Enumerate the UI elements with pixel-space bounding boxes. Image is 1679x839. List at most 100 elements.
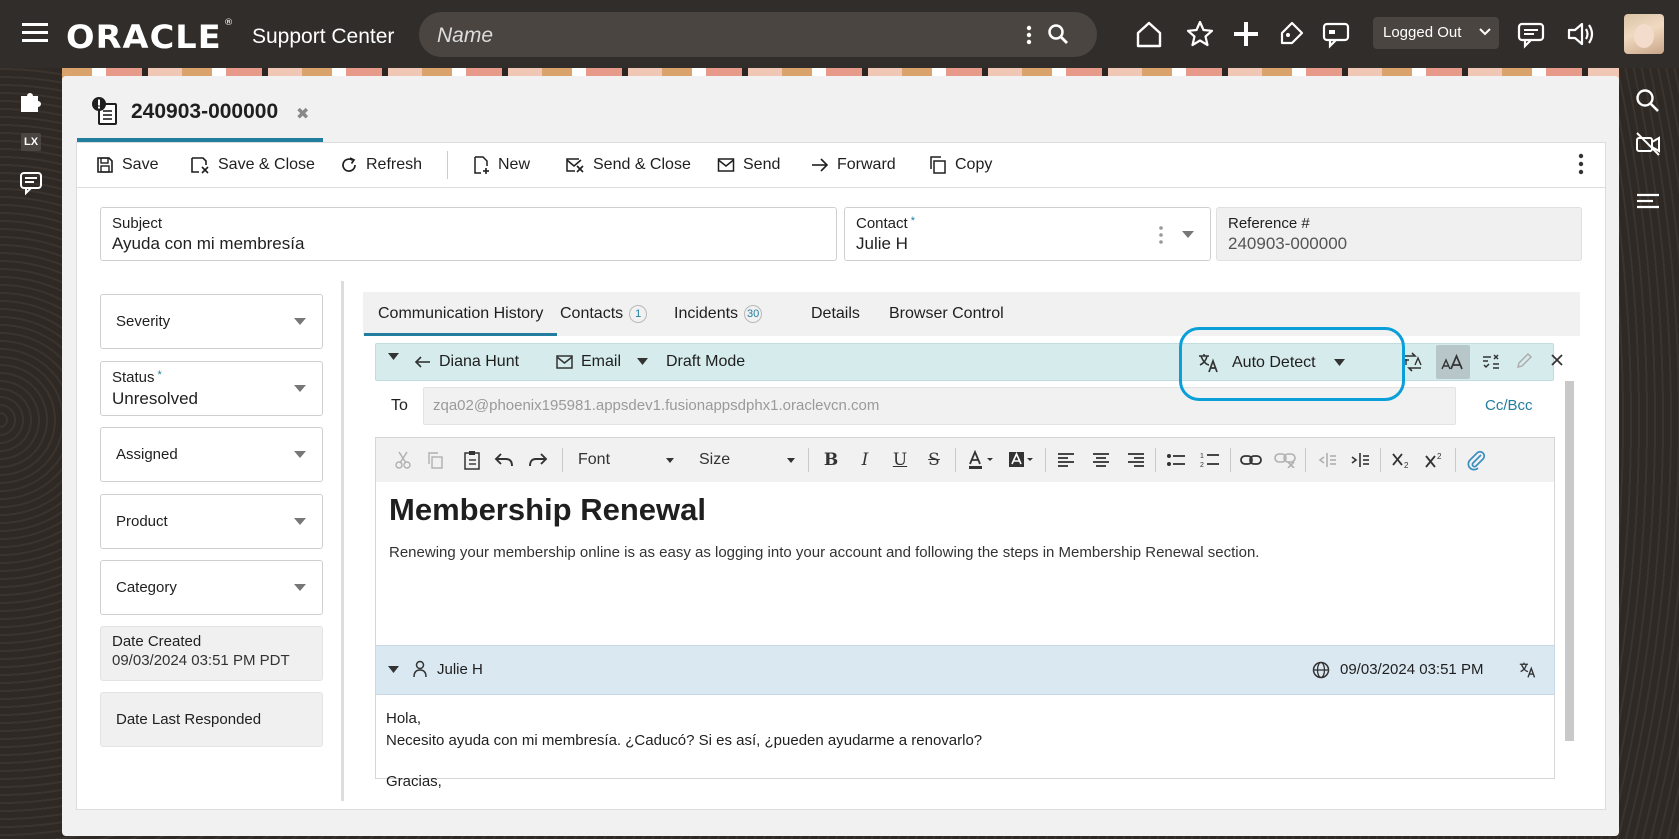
agent-status-select[interactable]: Logged Out bbox=[1373, 17, 1499, 49]
message-header[interactable]: Julie H 09/03/2024 03:51 PM bbox=[375, 645, 1555, 695]
tab-browser-control[interactable]: Browser Control bbox=[889, 292, 1004, 336]
app-header: ORACLE® Support Center Logged Out bbox=[0, 0, 1679, 68]
favorites-star-icon[interactable] bbox=[1185, 19, 1215, 49]
translate-icon[interactable] bbox=[1519, 661, 1537, 679]
puzzle-extension-icon[interactable] bbox=[18, 88, 44, 114]
attachment-paperclip-icon[interactable] bbox=[1465, 449, 1487, 471]
text-lines-icon[interactable] bbox=[1634, 188, 1662, 216]
chat-bubble-icon[interactable] bbox=[1321, 19, 1351, 49]
font-family-select[interactable]: Font bbox=[578, 448, 674, 472]
chevron-down-icon[interactable] bbox=[1182, 231, 1194, 239]
svg-text:2: 2 bbox=[1404, 461, 1409, 469]
send-and-close-button[interactable]: Send & Close bbox=[565, 151, 691, 179]
collapse-draft-toggle[interactable] bbox=[388, 353, 399, 361]
home-icon[interactable] bbox=[1134, 19, 1164, 49]
message-line: Hola, bbox=[386, 710, 422, 727]
edit-pencil-icon[interactable] bbox=[1515, 352, 1533, 370]
underline-icon[interactable]: U bbox=[889, 449, 911, 471]
tag-icon[interactable] bbox=[1276, 19, 1306, 49]
language-select[interactable]: Auto Detect bbox=[1198, 353, 1345, 373]
to-recipients-input[interactable]: zqa02@phoenix195981.appsdev1.fusionappsd… bbox=[423, 387, 1456, 425]
search-icon[interactable] bbox=[1047, 23, 1069, 45]
forward-arrow-icon bbox=[812, 158, 829, 172]
editor-body[interactable]: Membership Renewal Renewing your members… bbox=[376, 482, 1554, 624]
subject-field[interactable]: Subject Ayuda con mi membresía bbox=[100, 207, 837, 261]
more-vertical-icon[interactable] bbox=[1158, 225, 1164, 245]
refresh-button[interactable]: Refresh bbox=[340, 151, 422, 179]
category-select[interactable]: Category bbox=[100, 560, 323, 615]
save-button[interactable]: Save bbox=[96, 151, 158, 179]
subscript-icon[interactable]: 2 bbox=[1391, 449, 1413, 471]
messages-icon[interactable] bbox=[1516, 19, 1546, 49]
date-created-field: Date Created 09/03/2024 03:51 PM PDT bbox=[100, 626, 323, 681]
copy-icon[interactable] bbox=[424, 449, 446, 471]
user-avatar[interactable] bbox=[1624, 14, 1664, 54]
scrollbar-thumb[interactable] bbox=[1565, 381, 1574, 741]
close-tab-icon[interactable]: ✖ bbox=[296, 104, 309, 124]
chat-icon[interactable] bbox=[18, 170, 44, 196]
paste-icon[interactable] bbox=[461, 449, 483, 471]
global-search bbox=[419, 12, 1097, 57]
italic-icon[interactable]: I bbox=[854, 449, 876, 471]
tab-communication-history[interactable]: Communication History bbox=[363, 292, 558, 336]
more-vertical-icon[interactable] bbox=[1025, 24, 1033, 46]
strikethrough-icon[interactable]: S bbox=[923, 449, 945, 471]
highlight-color-icon[interactable] bbox=[1006, 449, 1040, 471]
record-tab[interactable]: 240903-000000 ✖ bbox=[77, 88, 323, 142]
editor-divider bbox=[955, 448, 956, 472]
create-plus-icon[interactable] bbox=[1231, 19, 1261, 49]
more-actions-icon[interactable] bbox=[1578, 153, 1584, 175]
assigned-select[interactable]: Assigned bbox=[100, 427, 323, 482]
tab-contacts[interactable]: Contacts 1 bbox=[560, 292, 648, 336]
font-size-toggle-button[interactable] bbox=[1436, 345, 1470, 379]
numbered-list-icon[interactable]: 12 bbox=[1199, 449, 1221, 471]
superscript-icon[interactable]: 2 bbox=[1424, 449, 1446, 471]
caret-down-icon bbox=[388, 353, 399, 360]
cut-icon[interactable] bbox=[392, 449, 414, 471]
reference-number-field: Reference # 240903-000000 bbox=[1216, 207, 1582, 261]
align-left-icon[interactable] bbox=[1055, 449, 1077, 471]
compare-icon[interactable] bbox=[1481, 352, 1501, 372]
caret-down-icon[interactable] bbox=[388, 666, 399, 674]
search-input[interactable] bbox=[435, 20, 1019, 51]
thread-scrollbar[interactable] bbox=[1565, 333, 1574, 801]
send-button[interactable]: Send bbox=[717, 151, 780, 179]
severity-select[interactable]: Severity bbox=[100, 294, 323, 349]
new-button[interactable]: New bbox=[472, 151, 530, 179]
save-and-close-button[interactable]: Save & Close bbox=[190, 151, 315, 179]
translate-swap-icon[interactable] bbox=[1401, 351, 1423, 373]
font-size-select[interactable]: Size bbox=[699, 448, 795, 472]
record-content: Save Save & Close Refresh New Send & Clo… bbox=[76, 142, 1606, 810]
bulleted-list-icon[interactable] bbox=[1165, 449, 1187, 471]
lx-badge[interactable]: LX bbox=[21, 133, 41, 151]
volume-icon[interactable] bbox=[1566, 19, 1596, 49]
forward-button[interactable]: Forward bbox=[811, 151, 896, 179]
tab-incidents[interactable]: Incidents 30 bbox=[674, 292, 763, 336]
status-select[interactable]: Status * Unresolved bbox=[100, 361, 323, 416]
search-icon[interactable] bbox=[1634, 87, 1662, 115]
bold-icon[interactable]: B bbox=[820, 449, 842, 471]
tab-details[interactable]: Details bbox=[811, 292, 860, 336]
panel-splitter[interactable] bbox=[341, 281, 344, 801]
channel-select[interactable]: Email bbox=[556, 353, 649, 371]
increase-indent-icon[interactable] bbox=[1349, 449, 1371, 471]
align-center-icon[interactable] bbox=[1090, 449, 1112, 471]
text-color-icon[interactable] bbox=[966, 449, 1000, 471]
copy-button[interactable]: Copy bbox=[929, 151, 992, 179]
close-draft-icon[interactable] bbox=[1549, 352, 1565, 368]
undo-icon[interactable] bbox=[493, 449, 515, 471]
insert-link-icon[interactable] bbox=[1240, 449, 1262, 471]
remove-link-icon[interactable] bbox=[1274, 449, 1296, 471]
video-off-icon[interactable] bbox=[1634, 130, 1662, 158]
contact-field[interactable]: Contact * Julie H bbox=[844, 207, 1211, 261]
redo-icon[interactable] bbox=[527, 449, 549, 471]
decrease-indent-icon[interactable] bbox=[1316, 449, 1338, 471]
align-right-icon[interactable] bbox=[1125, 449, 1147, 471]
product-select[interactable]: Product bbox=[100, 494, 323, 549]
mail-icon bbox=[717, 158, 735, 172]
chevron-down-icon bbox=[294, 451, 306, 458]
hamburger-menu-icon[interactable] bbox=[20, 20, 50, 46]
cc-bcc-link[interactable]: Cc/Bcc bbox=[1485, 397, 1533, 414]
editor-toolbar: Font Size B I U S 1 2 2 2 bbox=[376, 438, 1554, 483]
reply-arrow-icon bbox=[414, 356, 430, 368]
